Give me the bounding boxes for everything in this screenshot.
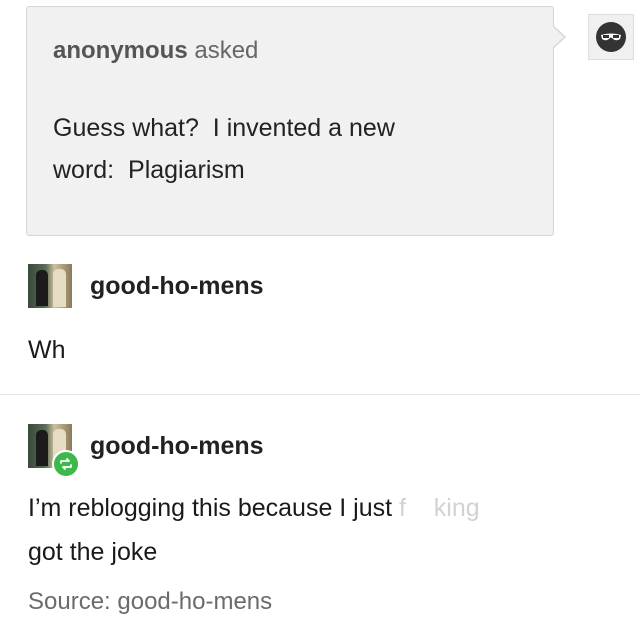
post-1-header: good-ho-mens bbox=[28, 264, 264, 308]
asked-label: asked bbox=[194, 37, 259, 64]
post-2-text-main: I’m reblogging this because I just bbox=[28, 494, 393, 522]
post-1-avatar[interactable] bbox=[28, 264, 72, 308]
post-2-text-faded: f king bbox=[399, 494, 480, 522]
ask-question: Guess what? I invented a new word: Plagi… bbox=[53, 107, 523, 191]
post-2-text-line-1: I’m reblogging this because I just f kin… bbox=[28, 486, 480, 530]
ask-bubble-tail bbox=[552, 26, 564, 48]
reblog-badge bbox=[52, 450, 80, 478]
ask-header: anonymous asked bbox=[53, 37, 258, 65]
source-link[interactable]: Source: good-ho-mens bbox=[28, 588, 272, 616]
post-2-text: I’m reblogging this because I just f kin… bbox=[28, 486, 480, 574]
post-1-text: Wh bbox=[28, 336, 66, 364]
post-2-header: good-ho-mens bbox=[28, 424, 264, 478]
post-2-username[interactable]: good-ho-mens bbox=[90, 432, 264, 461]
post-2-text-line-2: got the joke bbox=[28, 538, 158, 566]
asker-name[interactable]: anonymous bbox=[53, 37, 188, 64]
reblog-icon bbox=[60, 458, 72, 470]
ask-question-line-2: word: Plagiarism bbox=[53, 156, 245, 184]
anonymous-sunglasses-icon bbox=[596, 22, 626, 52]
post-1-username[interactable]: good-ho-mens bbox=[90, 272, 264, 301]
post-2-avatar[interactable] bbox=[28, 424, 80, 478]
post-divider bbox=[0, 394, 640, 395]
ask-box: anonymous asked Guess what? I invented a… bbox=[26, 6, 554, 236]
ask-question-line-1: Guess what? I invented a new bbox=[53, 114, 395, 142]
anonymous-avatar[interactable] bbox=[588, 14, 634, 60]
